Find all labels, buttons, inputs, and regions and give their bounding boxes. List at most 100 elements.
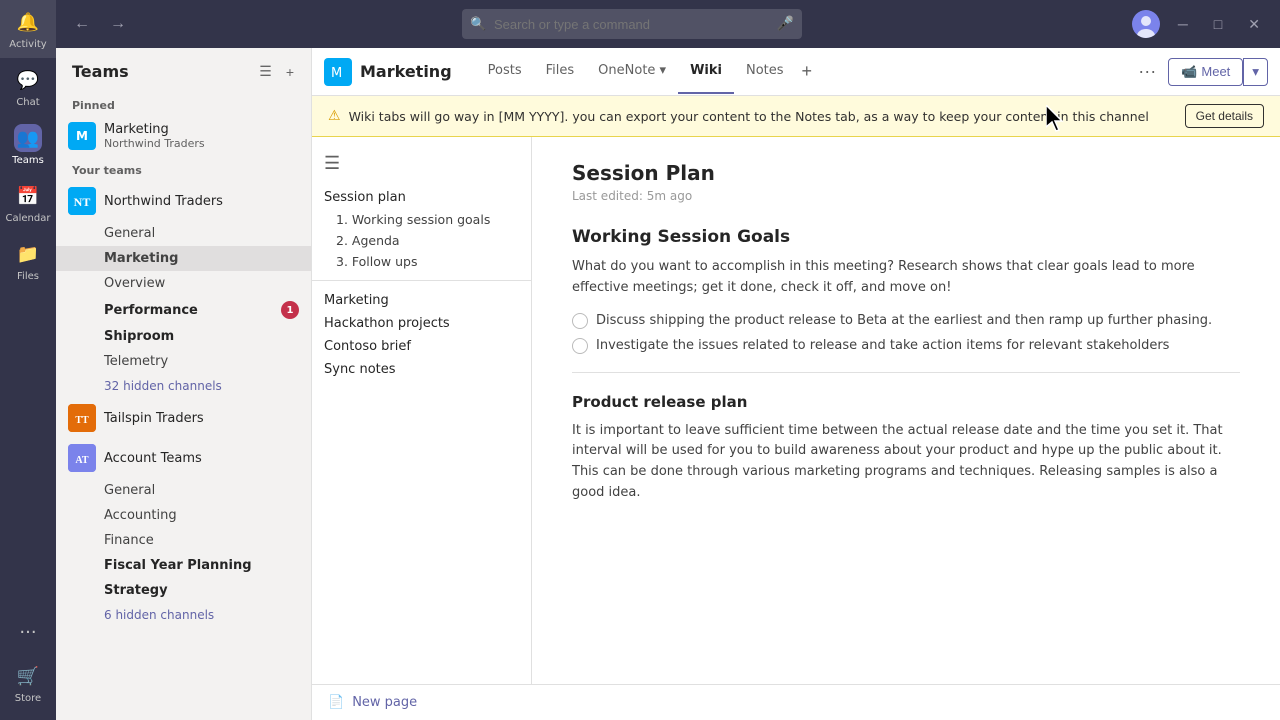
toc-divider-1 [312, 280, 531, 281]
channel-strategy[interactable]: Strategy [56, 578, 311, 603]
toc-section-sync-notes[interactable]: Sync notes [312, 358, 531, 381]
channel-overview[interactable]: Overview [56, 271, 311, 296]
toc-item-working-session-goals[interactable]: 1. Working session goals [312, 209, 531, 230]
channel-performance[interactable]: Performance 1 [56, 296, 311, 324]
rail-label-files: Files [17, 271, 39, 282]
tab-notes[interactable]: Notes [734, 49, 796, 94]
mic-icon[interactable]: 🎤 [777, 16, 794, 32]
tab-posts[interactable]: Posts [476, 49, 534, 94]
your-teams-label: Your teams [56, 156, 311, 181]
channel-header: M Marketing Posts Files OneNote ▾ Wiki N… [312, 48, 1280, 96]
more-apps-icon: ··· [14, 618, 42, 646]
channel-marketing[interactable]: Marketing [56, 246, 311, 271]
wiki-section-product-release: Product release plan [572, 393, 1240, 411]
toc-item-agenda[interactable]: 2. Agenda [312, 230, 531, 251]
new-page-icon: 📄 [328, 695, 344, 710]
checkbox-2[interactable] [572, 338, 588, 354]
rail-label-store: Store [15, 693, 41, 704]
channel-telemetry[interactable]: Telemetry [56, 349, 311, 374]
pinned-marketing-sub: Northwind Traders [104, 137, 205, 150]
channel-finance[interactable]: Finance [56, 528, 311, 553]
northwind-channels: General Marketing Overview Performance 1… [56, 221, 311, 398]
rail-label-chat: Chat [16, 97, 39, 108]
sidebar-title: Teams [72, 62, 129, 81]
channel-shiproom[interactable]: Shiproom [56, 324, 311, 349]
tab-files[interactable]: Files [534, 49, 587, 94]
wiki-working-goals-text: What do you want to accomplish in this m… [572, 257, 1240, 299]
performance-badge: 1 [281, 301, 299, 319]
rail-label-activity: Activity [9, 39, 46, 50]
channel-fiscal[interactable]: Fiscal Year Planning [56, 553, 311, 578]
activity-icon: 🔔 [14, 8, 42, 36]
toc-section-marketing[interactable]: Marketing [312, 289, 531, 312]
account-hidden-channels[interactable]: 6 hidden channels [56, 603, 311, 627]
main-layout: Teams ☰ + Pinned M Marketing Northwind T… [56, 48, 1280, 720]
sidebar: Teams ☰ + Pinned M Marketing Northwind T… [56, 48, 312, 720]
team-account-teams[interactable]: AT Account Teams ··· [56, 438, 311, 478]
search-icon: 🔍 [470, 17, 486, 32]
svg-text:AT: AT [75, 455, 88, 466]
banner-text: Wiki tabs will go way in [MM YYYY]. you … [349, 109, 1177, 124]
sidebar-add-team-button[interactable]: + [281, 60, 299, 83]
top-bar: ← → 🔍 🎤 ─ □ ✕ [56, 0, 1280, 48]
svg-text:TT: TT [75, 415, 89, 426]
rail-label-teams: Teams [12, 155, 44, 166]
wiki-divider [572, 372, 1240, 373]
svg-text:M: M [331, 66, 342, 81]
close-button[interactable]: ✕ [1240, 12, 1268, 37]
channel-general2[interactable]: General [56, 478, 311, 503]
back-button[interactable]: ← [68, 11, 96, 37]
channel-icon: M [324, 58, 352, 86]
toc-section-session-plan[interactable]: Session plan [312, 186, 531, 209]
toc-item-follow-ups[interactable]: 3. Follow ups [312, 251, 531, 272]
channel-name: Marketing [360, 62, 452, 81]
search-input[interactable] [462, 9, 802, 39]
header-actions: ··· 📹 Meet ▾ [1132, 57, 1268, 86]
northwind-hidden-channels[interactable]: 32 hidden channels [56, 374, 311, 398]
add-tab-button[interactable]: + [796, 57, 819, 86]
content-area: M Marketing Posts Files OneNote ▾ Wiki N… [312, 48, 1280, 720]
sidebar-filter-button[interactable]: ☰ [254, 60, 277, 83]
rail-item-chat[interactable]: 💬 Chat [0, 58, 56, 116]
rail-item-files[interactable]: 📁 Files [0, 232, 56, 290]
wiki-product-release-text: It is important to leave sufficient time… [572, 421, 1240, 504]
tab-onenote[interactable]: OneNote ▾ [586, 49, 678, 94]
pinned-marketing[interactable]: M Marketing Northwind Traders [56, 116, 311, 156]
wiki-checkbox-2: Investigate the issues related to releas… [572, 336, 1240, 356]
get-details-button[interactable]: Get details [1185, 104, 1264, 128]
rail-item-teams[interactable]: 👥 Teams [0, 116, 56, 174]
svg-text:NT: NT [74, 195, 91, 209]
maximize-button[interactable]: □ [1206, 12, 1230, 36]
new-page-footer[interactable]: 📄 New page [312, 684, 1280, 720]
toc-menu-button[interactable]: ☰ [312, 149, 352, 178]
channel-general[interactable]: General [56, 221, 311, 246]
checkbox-1[interactable] [572, 313, 588, 329]
team-northwind[interactable]: NT Northwind Traders ··· [56, 181, 311, 221]
account-channels: General Accounting Finance Fiscal Year P… [56, 478, 311, 627]
team-northwind-avatar: NT [68, 187, 96, 215]
rail-item-store[interactable]: 🛒 Store [0, 654, 56, 712]
rail-item-activity[interactable]: 🔔 Activity [0, 0, 56, 58]
minimize-button[interactable]: ─ [1170, 12, 1196, 36]
sidebar-header: Teams ☰ + [56, 48, 311, 91]
search-wrap: 🔍 🎤 [462, 9, 802, 39]
meet-dropdown-button[interactable]: ▾ [1243, 58, 1268, 86]
tab-wiki[interactable]: Wiki [678, 49, 734, 94]
pinned-marketing-info: Marketing Northwind Traders [104, 122, 205, 150]
team-tailspin-name: Tailspin Traders [104, 411, 204, 426]
rail-item-more[interactable]: ··· [0, 610, 56, 654]
toc-section-contoso[interactable]: Contoso brief [312, 335, 531, 358]
channel-accounting[interactable]: Accounting [56, 503, 311, 528]
checkbox-1-label: Discuss shipping the product release to … [596, 311, 1212, 331]
more-options-button[interactable]: ··· [1132, 57, 1162, 86]
avatar[interactable] [1132, 10, 1160, 38]
team-tailspin-avatar: TT [68, 404, 96, 432]
rail-item-calendar[interactable]: 📅 Calendar [0, 174, 56, 232]
chat-icon: 💬 [14, 66, 42, 94]
team-tailspin[interactable]: TT Tailspin Traders ··· [56, 398, 311, 438]
toc-section-hackathon[interactable]: Hackathon projects [312, 312, 531, 335]
pinned-label: Pinned [56, 91, 311, 116]
pinned-marketing-name: Marketing [104, 122, 205, 137]
meet-button[interactable]: 📹 Meet [1168, 58, 1243, 86]
forward-button[interactable]: → [104, 11, 132, 37]
